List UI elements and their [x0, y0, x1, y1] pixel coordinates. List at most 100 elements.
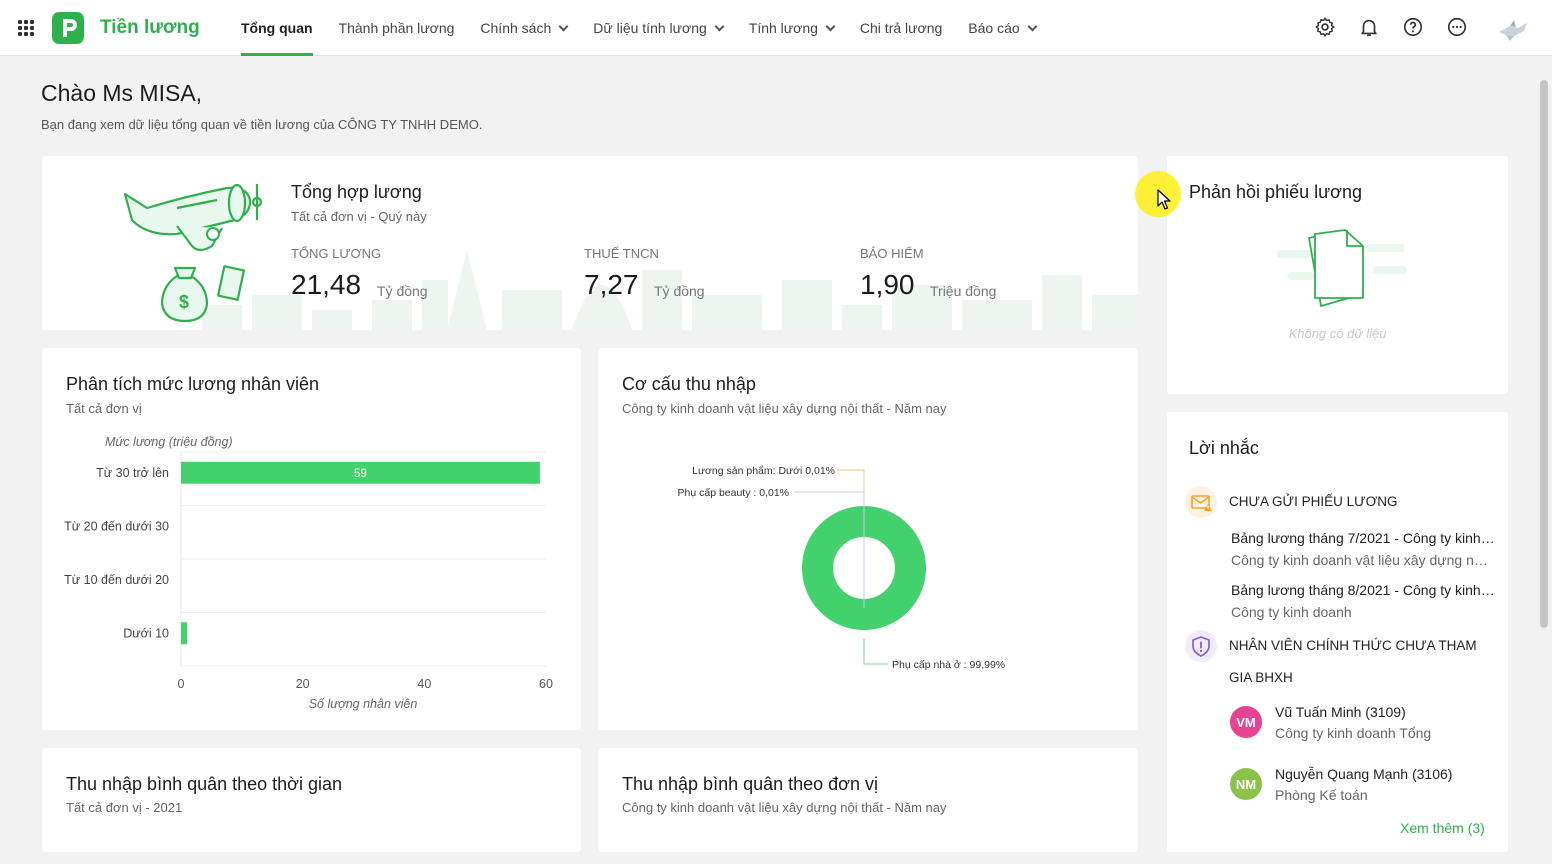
x-axis-title: Số lượng nhân viên	[309, 697, 418, 711]
bell-icon[interactable]	[1358, 16, 1380, 38]
nav-label: Tổng quan	[241, 20, 313, 36]
metric-label-pit: Thuế TNCN	[584, 246, 659, 261]
reminder-payslip-title-1[interactable]: Bảng lương tháng 7/2021 - Công ty kinh d…	[1231, 530, 1495, 546]
app-name[interactable]: Tiền lương	[100, 17, 200, 39]
nav-label: Báo cáo	[968, 20, 1020, 36]
feedback-title: Phản hồi phiếu lương	[1189, 182, 1362, 202]
metric-value-pit: 7,27	[584, 269, 639, 300]
avg-unit-subtitle: Công ty kinh doanh vật liệu xây dựng nội…	[622, 800, 947, 815]
avatar: VM	[1230, 706, 1262, 738]
greeting-title: Chào Ms MISA,	[41, 80, 203, 106]
avg-income-by-time-card: Thu nhập bình quân theo thời gian Tất cả…	[42, 748, 581, 852]
x-tick-label: 40	[417, 677, 431, 691]
category-tick-label: Từ 20 đến dưới 30	[64, 519, 169, 533]
avg-income-by-unit-card: Thu nhập bình quân theo đơn vị Công ty k…	[598, 748, 1138, 852]
metric-value-total-salary: 21,48	[291, 269, 362, 300]
user-avatar[interactable]	[1496, 14, 1530, 44]
gear-icon[interactable]	[1314, 16, 1336, 38]
avatar: NM	[1230, 768, 1262, 800]
person-name-2[interactable]: Nguyễn Quang Mạnh (3106)	[1275, 766, 1452, 782]
person-code: (3109)	[1365, 704, 1406, 720]
salary-analysis-card: Phân tích mức lương nhân viên Tất cả đơn…	[42, 348, 581, 730]
chevron-down-icon	[714, 21, 725, 31]
page-scrollbar[interactable]	[1540, 80, 1548, 628]
avg-unit-title: Thu nhập bình quân theo đơn vị	[622, 774, 878, 794]
shield-alert-icon	[1185, 630, 1217, 662]
nav-tinh-luong[interactable]: Tính lương	[736, 0, 847, 56]
main-nav: Tổng quan Thành phần lương Chính sách Dữ…	[228, 0, 1049, 56]
income-donut-chart: Lương sản phẩm: Dưới 0,01% Phụ cấp beaut…	[678, 465, 1006, 671]
analysis-subtitle: Tất cả đơn vị	[66, 401, 142, 416]
leader-line-phu-cap-nha-o	[863, 638, 888, 665]
nav-du-lieu-tinh-luong[interactable]: Dữ liệu tính lương	[580, 0, 736, 56]
category-tick-label: Từ 10 đến dưới 20	[64, 573, 169, 587]
top-icon-group	[1314, 16, 1468, 38]
reminder-section-insurance-line1: Nhân viên chính thức chưa tham	[1229, 638, 1477, 653]
analysis-title: Phân tích mức lương nhân viên	[66, 374, 320, 394]
person-name-1[interactable]: Vũ Tuấn Minh (3109)	[1275, 704, 1406, 720]
person-dept-2: Phòng Kế toán	[1275, 787, 1368, 803]
nav-thanh-phan-luong[interactable]: Thành phần lương	[326, 0, 468, 56]
metric-value-insurance: 1,90	[860, 269, 915, 300]
label-phu-cap-nha-o: Phụ cấp nhà ở : 99,99%	[892, 659, 1005, 671]
reminder-section-payslip: Chưa gửi phiếu lương	[1229, 494, 1398, 509]
income-title: Cơ cấu thu nhập	[622, 374, 756, 394]
nav-chi-tra-luong[interactable]: Chi trả lương	[847, 0, 955, 56]
y-axis-title: Mức lương (triệu đồng)	[105, 435, 233, 449]
nav-tong-quan[interactable]: Tổng quan	[228, 0, 326, 56]
metric-unit-insurance: Triệu đồng	[930, 283, 997, 299]
salary-bar-chart: Mức lương (triệu đồng) Số lượng nhân viê…	[64, 435, 553, 711]
summary-title: Tổng hợp lương	[291, 182, 422, 202]
app-logo[interactable]	[52, 12, 84, 44]
reminder-payslip-title-2[interactable]: Bảng lương tháng 8/2021 - Công ty kinh d…	[1231, 582, 1495, 598]
reminder-payslip-sub-2: Công ty kinh doanh	[1231, 604, 1352, 620]
airplane-money-illustration: $	[123, 183, 263, 323]
feedback-empty-text: Không có dữ liệu	[1288, 326, 1387, 341]
unsent-mail-icon	[1185, 486, 1217, 518]
reminders-card: Lời nhắc Chưa gửi phiếu lương Bảng lương…	[1167, 412, 1508, 852]
app-grid-icon[interactable]	[18, 20, 34, 36]
avg-time-subtitle: Tất cả đơn vị - 2021	[66, 800, 183, 815]
bar-data-label: 59	[354, 468, 367, 480]
nav-label: Thành phần lương	[338, 20, 455, 36]
income-subtitle: Công ty kinh doanh vật liệu xây dựng nội…	[622, 401, 947, 416]
category-tick-label: Dưới 10	[123, 626, 169, 640]
x-tick-label: 60	[539, 677, 553, 691]
person-code: (3106)	[1411, 766, 1453, 782]
mouse-pointer-icon	[1157, 189, 1171, 210]
reminder-payslip-sub-1: Công ty kinh doanh vật liệu xây dựng nội…	[1231, 552, 1495, 568]
nav-label: Chính sách	[480, 20, 552, 36]
greeting-subtitle: Bạn đang xem dữ liệu tổng quan về tiền l…	[41, 117, 483, 132]
income-structure-card: Cơ cấu thu nhập Công ty kinh doanh vật l…	[598, 348, 1138, 730]
help-icon[interactable]	[1402, 16, 1424, 38]
see-more-link[interactable]: Xem thêm (3)	[1400, 820, 1485, 836]
top-navigation-bar: Tiền lương Tổng quan Thành phần lương Ch…	[0, 0, 1552, 56]
more-icon[interactable]	[1446, 16, 1468, 38]
salary-summary-card: $ Tổng hợp lương Tất cả đơn vị - Quý này…	[42, 156, 1138, 330]
payslip-feedback-card: Phản hồi phiếu lương Không có dữ liệu	[1167, 156, 1508, 394]
person-name-text: Nguyễn Quang Mạnh	[1275, 766, 1409, 782]
bar[interactable]	[181, 622, 188, 645]
nav-label: Tính lương	[748, 20, 818, 36]
nav-bao-cao[interactable]: Báo cáo	[955, 0, 1048, 56]
metric-label-insurance: Bảo hiểm	[860, 246, 924, 261]
person-dept-1: Công ty kinh doanh Tổng	[1275, 725, 1432, 741]
nav-chinh-sach[interactable]: Chính sách	[467, 0, 580, 56]
label-phu-cap-beauty: Phụ cấp beauty : 0,01%	[678, 487, 790, 499]
metric-unit-total-salary: Tỷ đồng	[377, 283, 428, 299]
person-name-text: Vũ Tuấn Minh	[1275, 704, 1362, 720]
x-tick-label: 0	[178, 677, 185, 691]
reminder-section-insurance-line2: gia BHXH	[1229, 670, 1293, 685]
nav-label: Chi trả lương	[859, 20, 943, 36]
chevron-down-icon	[825, 21, 836, 31]
empty-document-icon	[1277, 229, 1407, 307]
category-tick-label: Từ 30 trở lên	[96, 466, 169, 480]
reminders-title: Lời nhắc	[1189, 438, 1259, 458]
chevron-down-icon	[558, 21, 569, 31]
avg-time-title: Thu nhập bình quân theo thời gian	[66, 774, 343, 794]
metric-label-total-salary: Tổng lương	[291, 246, 382, 261]
label-luong-san-pham: Lương sản phẩm: Dưới 0,01%	[692, 465, 835, 477]
x-tick-label: 20	[296, 677, 310, 691]
svg-text:$: $	[179, 292, 189, 312]
nav-label: Dữ liệu tính lương	[593, 20, 707, 36]
